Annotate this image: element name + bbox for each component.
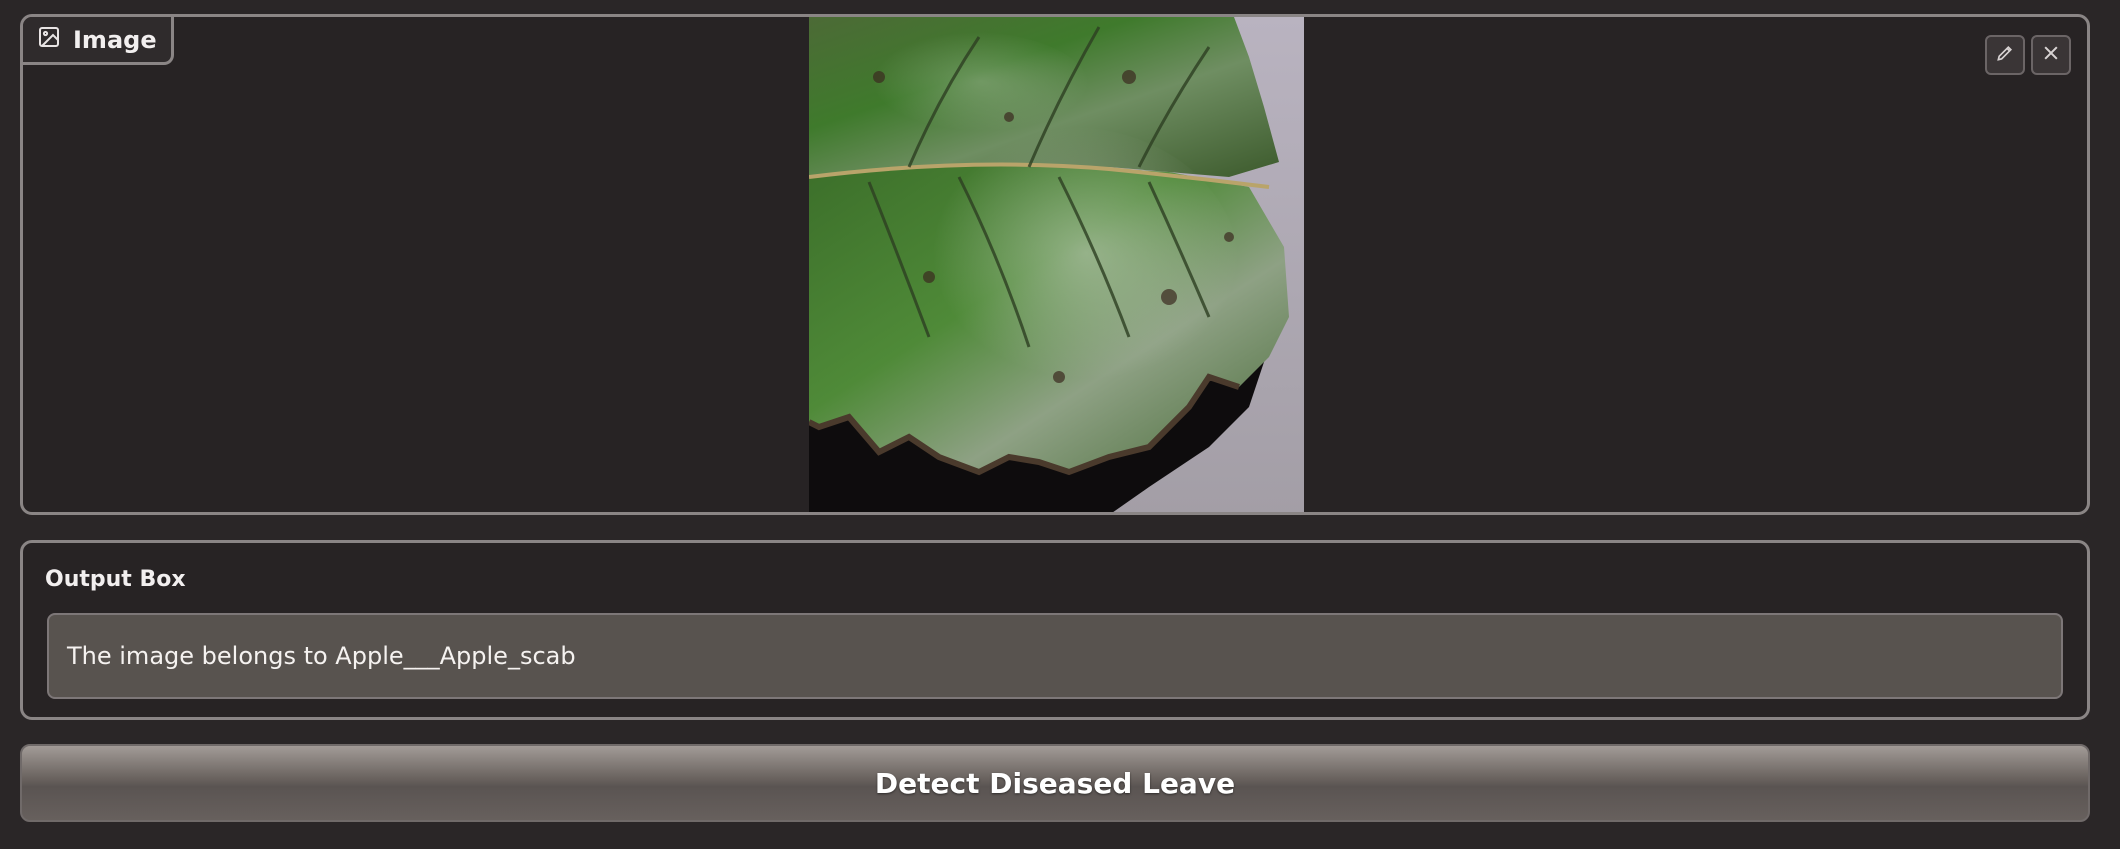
output-text: The image belongs to Apple___Apple_scab <box>67 642 576 670</box>
detect-diseased-leave-button[interactable]: Detect Diseased Leave <box>20 744 2090 822</box>
close-icon <box>2041 43 2061 67</box>
image-panel: Image <box>20 14 2090 515</box>
image-label-text: Image <box>73 25 157 54</box>
output-textbox[interactable]: The image belongs to Apple___Apple_scab <box>47 613 2063 699</box>
uploaded-leaf-image <box>809 17 1304 512</box>
image-panel-label: Image <box>23 17 174 65</box>
pencil-icon <box>1995 43 2015 67</box>
clear-image-button[interactable] <box>2031 35 2071 75</box>
output-panel: Output Box The image belongs to Apple___… <box>20 540 2090 720</box>
image-icon <box>37 25 61 55</box>
output-box-label: Output Box <box>45 567 186 592</box>
app-page: Image Output Box The image belongs to Ap… <box>0 0 2120 849</box>
detect-button-label: Detect Diseased Leave <box>874 766 1236 800</box>
edit-button[interactable] <box>1985 35 2025 75</box>
image-tools <box>1985 35 2071 75</box>
